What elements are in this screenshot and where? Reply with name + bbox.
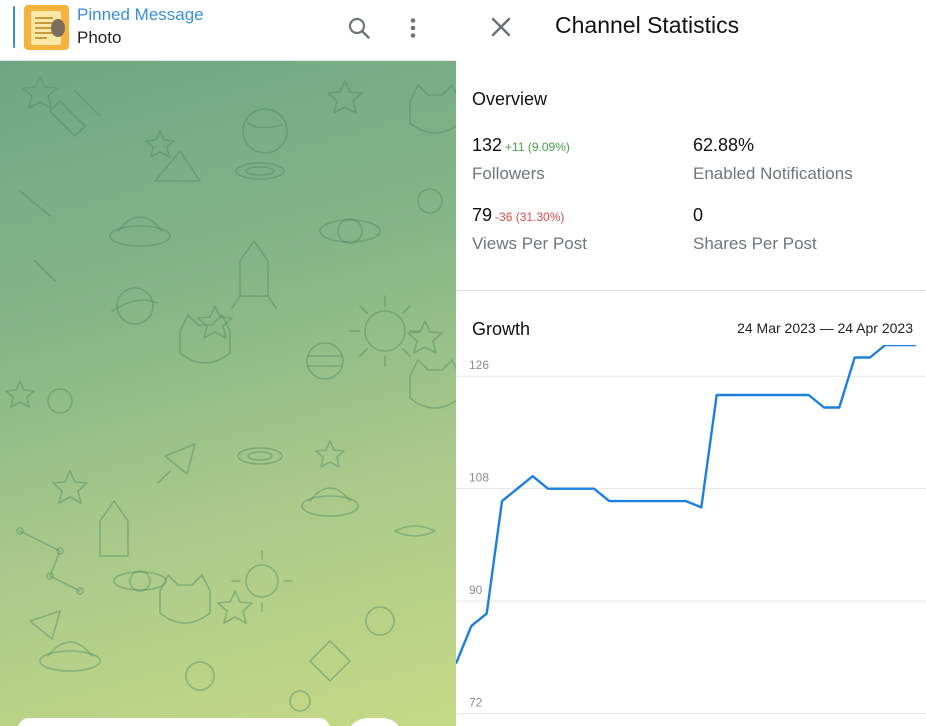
pinned-title: Pinned Message xyxy=(77,5,204,24)
search-icon xyxy=(348,17,370,39)
followers-value: 132 +11 (9.09%) xyxy=(472,135,570,155)
y-tick-label: 108 xyxy=(469,471,489,485)
close-icon xyxy=(491,17,511,37)
notifications-value: 62.88% xyxy=(693,135,755,155)
panel-title: Channel Statistics xyxy=(555,12,740,38)
date-range[interactable]: 24 Mar 2023 — 24 Apr 2023 xyxy=(737,320,913,336)
followers-delta: +11 (9.09%) xyxy=(505,140,570,154)
search-button[interactable] xyxy=(344,13,374,43)
views-per-post-label: Views Per Post xyxy=(472,234,587,253)
views-per-post-value: 79 -36 (31.30%) xyxy=(472,205,565,225)
message-bubble[interactable] xyxy=(18,718,330,726)
app-root: Pinned Message Photo Channel Statistics … xyxy=(0,0,926,726)
more-vertical-icon xyxy=(410,18,416,38)
growth-title: Growth xyxy=(472,319,531,339)
growth-series-line xyxy=(456,345,916,664)
channel-statistics-panel: Channel Statistics Overview 132 +11 (9.09… xyxy=(456,0,926,726)
pinned-subtitle: Photo xyxy=(77,28,122,47)
notifications-label: Enabled Notifications xyxy=(693,164,853,183)
y-tick-label: 90 xyxy=(469,583,483,597)
more-options-button[interactable] xyxy=(398,13,428,43)
pinned-photo-thumbnail xyxy=(24,5,69,50)
y-tick-label: 126 xyxy=(469,358,489,372)
overview-title: Overview xyxy=(472,89,548,109)
close-button[interactable] xyxy=(486,12,516,42)
pinned-message-bar[interactable]: Pinned Message Photo xyxy=(0,0,456,61)
doodle-pattern xyxy=(5,75,456,712)
growth-chart[interactable]: 72 90 108 126 xyxy=(456,345,926,726)
section-divider xyxy=(456,290,926,291)
chat-pane: Pinned Message Photo xyxy=(0,0,456,726)
y-tick-label: 72 xyxy=(469,696,483,710)
shares-per-post-label: Shares Per Post xyxy=(693,234,817,253)
views-per-post-delta: -36 (31.30%) xyxy=(495,210,565,224)
shares-per-post-value: 0 xyxy=(693,205,704,225)
pinned-indicator xyxy=(13,6,15,48)
chat-wallpaper xyxy=(0,61,456,726)
followers-label: Followers xyxy=(472,164,545,183)
